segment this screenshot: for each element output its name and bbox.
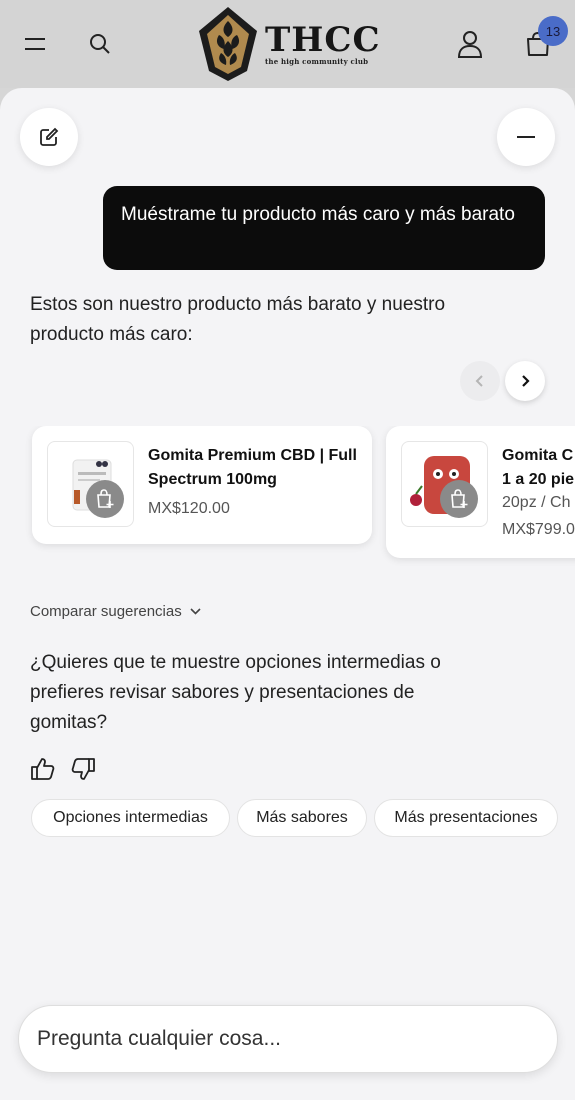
thumbs-down-button[interactable] — [68, 754, 98, 784]
chat-input-bar — [18, 1005, 558, 1073]
new-chat-button[interactable] — [20, 108, 78, 166]
account-button[interactable] — [450, 24, 490, 64]
user-icon — [457, 31, 483, 58]
chat-input[interactable] — [37, 1006, 537, 1072]
product-image — [47, 441, 134, 527]
product-name[interactable]: Gomita C 1 a 20 pie — [502, 444, 575, 492]
suggestion-chip[interactable]: Más presentaciones — [374, 799, 558, 837]
user-message: Muéstrame tu producto más caro y más bar… — [103, 186, 545, 270]
assistant-message: Estos son nuestro producto más barato y … — [30, 294, 446, 345]
add-to-cart-button[interactable] — [440, 480, 478, 518]
site-header: THCC the high community club 13 — [0, 0, 575, 88]
cart-button[interactable]: 13 — [518, 16, 568, 64]
menu-button[interactable] — [15, 24, 55, 64]
suggestion-chip[interactable]: Más sabores — [237, 799, 367, 837]
suggestion-chip[interactable]: Opciones intermedias — [31, 799, 230, 837]
compare-label: Comparar sugerencias — [30, 603, 182, 620]
add-to-cart-icon — [451, 489, 468, 508]
minus-icon — [517, 136, 535, 138]
logo-tagline: the high community club — [265, 56, 369, 66]
assistant-question: ¿Quieres que te muestre opciones interme… — [30, 652, 441, 733]
hop-emblem-icon — [199, 7, 257, 81]
add-to-cart-icon — [97, 489, 114, 508]
chevron-down-icon — [190, 608, 201, 615]
add-to-cart-button[interactable] — [86, 480, 124, 518]
product-name-line1: Gomita C — [502, 447, 574, 464]
thumbs-up-icon — [31, 758, 55, 780]
product-card[interactable]: Gomita Premium CBD | Full Spectrum 100mg… — [32, 426, 372, 544]
menu-icon — [25, 38, 45, 50]
cart-count-badge: 13 — [538, 16, 568, 46]
chevron-right-icon — [522, 375, 530, 387]
compare-suggestions-toggle[interactable]: Comparar sugerencias — [30, 603, 201, 620]
product-price: MX$120.00 — [148, 500, 230, 517]
product-carousel: Gomita Premium CBD | Full Spectrum 100mg… — [0, 426, 575, 566]
search-button[interactable] — [80, 24, 120, 64]
product-price: MX$799.0 — [502, 521, 575, 538]
thumbs-down-icon — [71, 758, 95, 780]
logo-name: THCC — [265, 19, 381, 60]
product-name-line2: 1 a 20 pie — [502, 471, 575, 488]
product-card[interactable]: Gomita C 1 a 20 pie 20pz / Ch MX$799.0 — [386, 426, 575, 558]
product-image — [401, 441, 488, 527]
chevron-left-icon — [475, 375, 483, 387]
edit-icon — [40, 127, 59, 146]
minimize-button[interactable] — [497, 108, 555, 166]
thcc-logo[interactable]: THCC the high community club — [195, 4, 385, 84]
thumbs-up-button[interactable] — [28, 754, 58, 784]
carousel-prev-button[interactable] — [460, 361, 500, 401]
product-name[interactable]: Gomita Premium CBD | Full Spectrum 100mg — [148, 444, 358, 492]
product-variant: 20pz / Ch — [502, 494, 571, 511]
search-icon — [90, 34, 110, 54]
carousel-next-button[interactable] — [505, 361, 545, 401]
chat-panel: Muéstrame tu producto más caro y más bar… — [0, 88, 575, 1100]
